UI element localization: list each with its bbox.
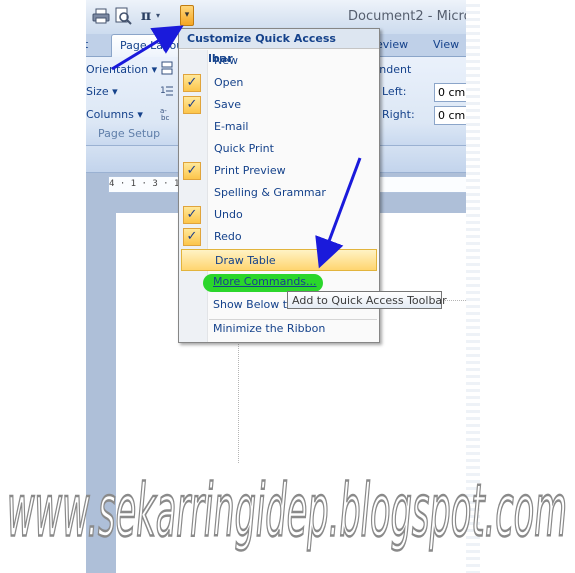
watermark-text: www.sekarringidep.blogspot.com	[7, 469, 567, 553]
arrow-to-more-commands	[315, 157, 362, 269]
arrow-to-customize-button	[111, 25, 184, 71]
watermark: www.sekarringidep.blogspot.com	[6, 468, 568, 554]
